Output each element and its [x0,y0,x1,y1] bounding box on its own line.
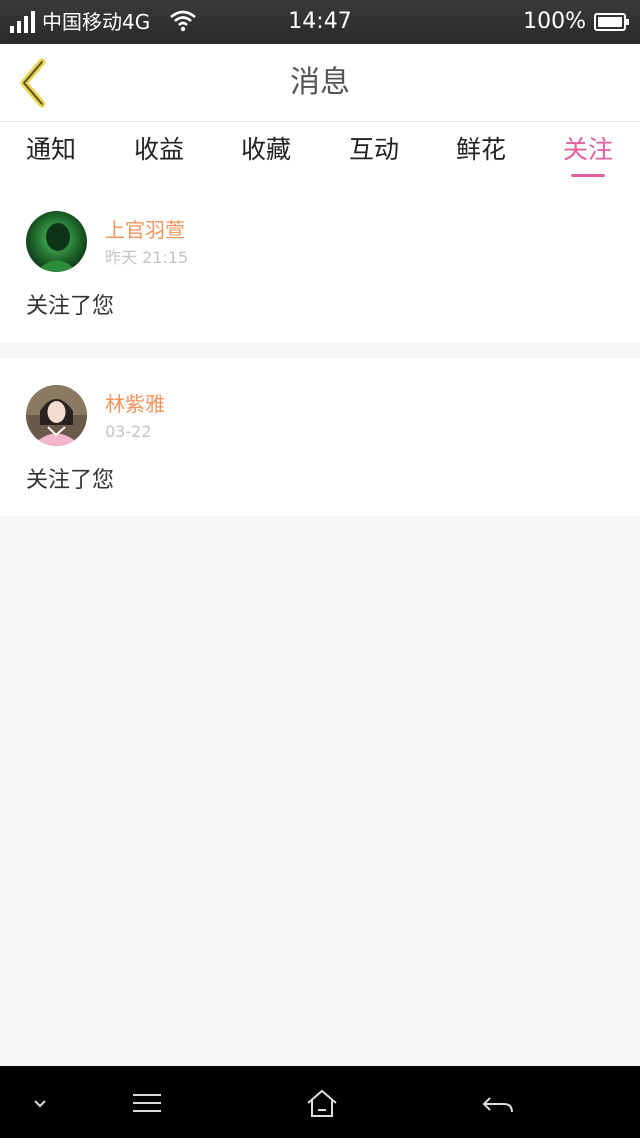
back-arrow-icon[interactable] [480,1088,516,1118]
avatar[interactable] [26,211,87,272]
tab-bar: 通知 收益 收藏 互动 鲜花 关注 [0,122,640,190]
page-title: 消息 [290,65,350,100]
username[interactable]: 林紫雅 [105,391,165,417]
home-icon[interactable] [304,1088,340,1118]
timestamp: 03-22 [105,422,152,441]
message-text: 关注了您 [26,468,115,493]
tab-earnings[interactable]: 收益 [119,132,199,168]
tab-follow[interactable]: 关注 [548,132,628,168]
tab-notifications[interactable]: 通知 [11,132,91,168]
menu-icon[interactable] [129,1088,165,1118]
timestamp: 昨天 21:15 [105,248,189,267]
status-bar: 中国移动4G 14:47 100% [0,0,640,44]
tab-interactions[interactable]: 互动 [334,132,414,168]
list-item[interactable]: 林紫雅 03-22 关注了您 [0,358,640,516]
battery-percent: 100% [523,9,586,34]
list-item[interactable]: 上官羽萱 昨天 21:15 关注了您 [0,190,640,342]
message-text: 关注了您 [26,294,115,319]
tab-favorites[interactable]: 收藏 [226,132,306,168]
chevron-down-icon[interactable] [22,1088,58,1118]
system-nav-bar [0,1066,640,1138]
avatar[interactable] [26,385,87,446]
tab-flowers[interactable]: 鲜花 [441,132,521,168]
active-tab-indicator [571,174,605,177]
battery-icon [594,13,629,31]
header-bar: 消息 [0,44,640,122]
username[interactable]: 上官羽萱 [105,217,185,243]
